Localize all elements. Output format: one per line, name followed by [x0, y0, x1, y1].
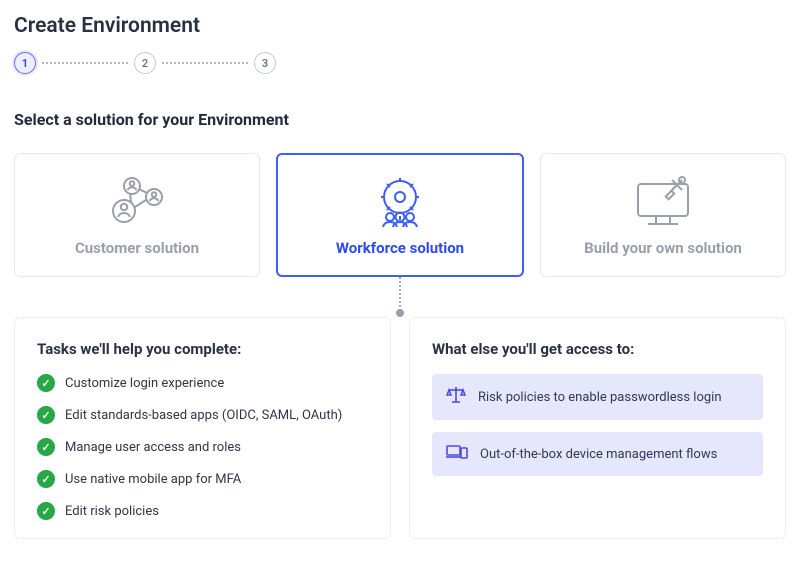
step-3[interactable]: 3: [254, 52, 276, 74]
list-item: ✓ Edit risk policies: [37, 502, 368, 520]
solution-card-workforce[interactable]: Workforce solution: [276, 153, 524, 277]
step-connector: [42, 62, 128, 64]
list-item: ✓ Edit standards-based apps (OIDC, SAML,…: [37, 406, 368, 424]
task-label: Customize login experience: [65, 376, 224, 391]
task-label: Use native mobile app for MFA: [65, 472, 241, 487]
list-item: ✓ Customize login experience: [37, 374, 368, 392]
solution-label: Customer solution: [75, 239, 199, 257]
page-title: Create Environment: [14, 14, 786, 38]
monitor-tools-icon: [628, 173, 698, 229]
list-item: ✓ Manage user access and roles: [37, 438, 368, 456]
tasks-list: ✓ Customize login experience ✓ Edit stan…: [37, 374, 368, 520]
list-item: Risk policies to enable passwordless log…: [432, 374, 763, 420]
list-item: Out-of-the-box device management flows: [432, 432, 763, 476]
access-list: Risk policies to enable passwordless log…: [432, 374, 763, 476]
check-icon: ✓: [37, 470, 55, 488]
access-panel: What else you'll get access to: Risk pol…: [409, 317, 786, 539]
check-icon: ✓: [37, 374, 55, 392]
task-label: Manage user access and roles: [65, 440, 241, 455]
access-heading: What else you'll get access to:: [432, 340, 763, 358]
detail-panels: Tasks we'll help you complete: ✓ Customi…: [14, 317, 786, 539]
check-icon: ✓: [37, 502, 55, 520]
check-icon: ✓: [37, 406, 55, 424]
section-heading: Select a solution for your Environment: [14, 110, 786, 129]
access-label: Risk policies to enable passwordless log…: [478, 390, 722, 405]
task-label: Edit risk policies: [65, 504, 159, 519]
network-icon: [104, 173, 170, 229]
step-connector: [162, 62, 248, 64]
gear-people-icon: [365, 173, 435, 229]
task-label: Edit standards-based apps (OIDC, SAML, O…: [65, 408, 342, 423]
card-connector: [14, 277, 786, 317]
solution-label: Workforce solution: [336, 239, 464, 257]
tasks-heading: Tasks we'll help you complete:: [37, 340, 368, 358]
solution-cards: Customer solution Workforce solution: [14, 153, 786, 277]
list-item: ✓ Use native mobile app for MFA: [37, 470, 368, 488]
check-icon: ✓: [37, 438, 55, 456]
step-1[interactable]: 1: [14, 52, 36, 74]
solution-card-build[interactable]: Build your own solution: [540, 153, 786, 277]
devices-icon: [446, 444, 468, 464]
scales-icon: [446, 386, 466, 408]
solution-label: Build your own solution: [584, 239, 742, 257]
step-2[interactable]: 2: [134, 52, 156, 74]
tasks-panel: Tasks we'll help you complete: ✓ Customi…: [14, 317, 391, 539]
access-label: Out-of-the-box device management flows: [480, 447, 717, 462]
solution-card-customer[interactable]: Customer solution: [14, 153, 260, 277]
wizard-stepper: 1 2 3: [14, 52, 786, 74]
